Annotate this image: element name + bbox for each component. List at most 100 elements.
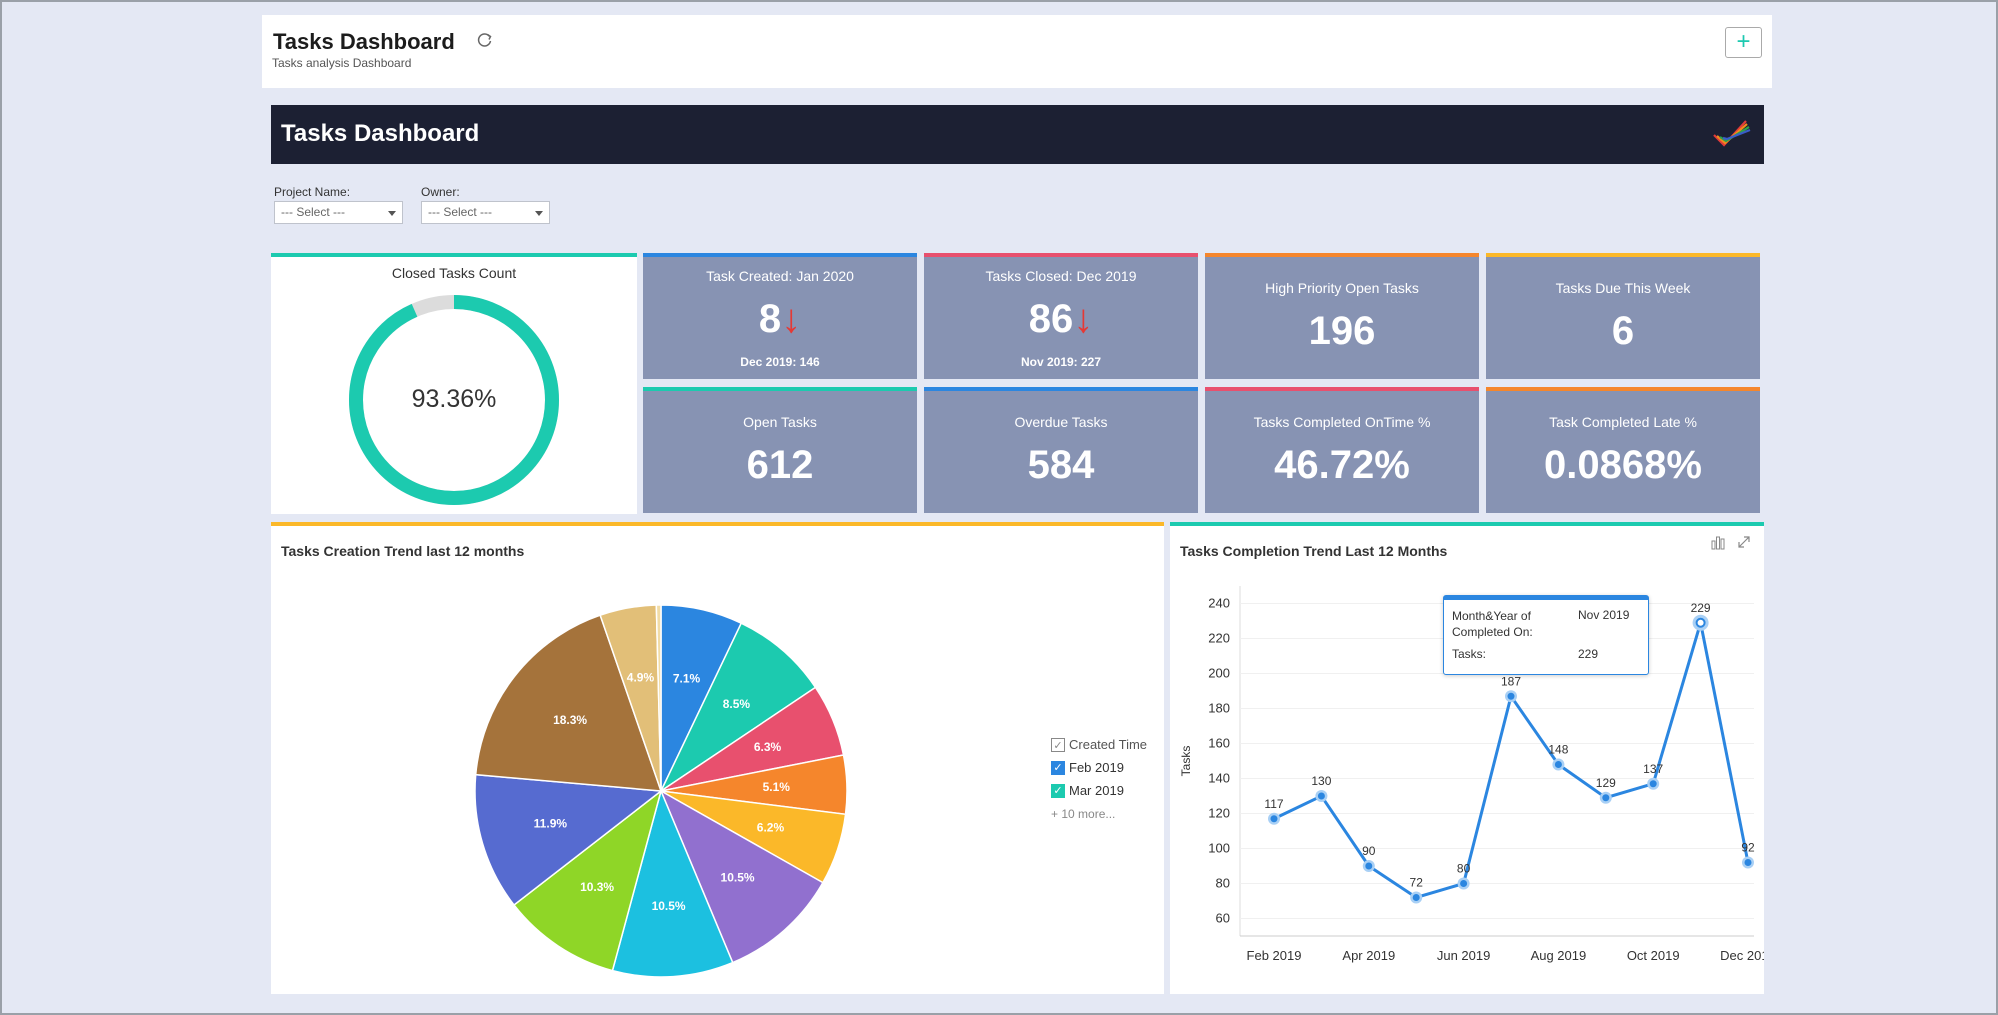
data-point[interactable] <box>1270 815 1278 823</box>
checkbox-icon: ✓ <box>1051 783 1065 798</box>
legend-item-feb-2019[interactable]: ✓ Feb 2019 <box>1051 760 1124 775</box>
data-point[interactable] <box>1695 617 1706 628</box>
data-point[interactable] <box>1460 880 1468 887</box>
data-label: 92 <box>1741 841 1755 855</box>
data-point[interactable] <box>1412 894 1420 901</box>
pie-data-label: 10.5% <box>721 870 755 884</box>
kpi-card[interactable]: Tasks Completed OnTime % 46.72% <box>1205 387 1479 513</box>
project-name-value: --- Select --- <box>281 205 345 219</box>
checkbox-icon: ✓ <box>1051 737 1065 752</box>
kpi-number: 6 <box>1611 309 1635 353</box>
tasks-completion-trend-panel: Tasks Completion Trend Last 12 Months 60… <box>1170 522 1764 994</box>
pie-data-label: 6.2% <box>757 820 785 834</box>
kpi-card[interactable]: Task Completed Late % 0.0868% <box>1486 387 1760 513</box>
owner-value: --- Select --- <box>428 205 492 219</box>
data-label: 137 <box>1643 762 1663 776</box>
legend-header-label: Created Time <box>1069 737 1148 752</box>
legend-more-link[interactable]: + 10 more... <box>1051 807 1115 821</box>
x-tick-label: Jun 2019 <box>1437 948 1491 963</box>
pie-data-label: 7.1% <box>673 672 701 686</box>
pie-chart: 7.1% 8.5% 6.3% 5.1% 6.2% 10.5% 10.5% 10.3% 11.9%… <box>474 604 848 978</box>
trend-down-arrow-icon: ↓ <box>781 297 802 341</box>
owner-select[interactable]: --- Select --- <box>421 201 550 224</box>
kpi-value: 46.72% <box>1205 443 1479 488</box>
kpi-card[interactable]: Tasks Due This Week 6 <box>1486 253 1760 379</box>
pie-data-label: 5.1% <box>763 780 791 794</box>
page-title: Tasks Dashboard <box>273 29 455 54</box>
kpi-number: 0.0868% <box>1544 443 1702 487</box>
tasks-creation-trend-panel: Tasks Creation Trend last 12 months 7.1%… <box>271 522 1164 994</box>
kpi-card[interactable]: Task Created: Jan 2020 8↓ Dec 2019: 146 <box>643 253 917 379</box>
legend-label: Feb 2019 <box>1069 760 1124 775</box>
kpi-value: 6 <box>1486 309 1760 354</box>
kpi-number: 584 <box>1027 443 1095 487</box>
checkmark-logo-icon <box>1713 120 1751 147</box>
kpi-title: Tasks Completed OnTime % <box>1253 414 1431 430</box>
y-tick-label: 160 <box>1208 736 1230 751</box>
tooltip-key-tasks: Tasks: <box>1452 647 1487 661</box>
data-label: 80 <box>1457 862 1471 876</box>
closed-tasks-card[interactable]: Closed Tasks Count 93.36% <box>271 253 637 514</box>
kpi-value: 584 <box>924 443 1198 488</box>
y-tick-label: 180 <box>1208 701 1230 716</box>
kpi-title: Task Completed Late % <box>1549 414 1697 430</box>
banner-title: Tasks Dashboard <box>281 120 480 147</box>
bar-chart-icon[interactable] <box>1710 534 1726 550</box>
y-tick-label: 80 <box>1216 876 1230 891</box>
y-tick-label: 220 <box>1208 631 1230 646</box>
data-label: 90 <box>1362 844 1376 858</box>
kpi-number: 8 <box>758 297 782 341</box>
kpi-comparison: Dec 2019: 146 <box>740 355 820 369</box>
legend-item-mar-2019[interactable]: ✓ Mar 2019 <box>1051 783 1124 798</box>
kpi-number: 196 <box>1308 309 1376 353</box>
y-tick-label: 60 <box>1216 911 1230 926</box>
trend-down-arrow-icon: ↓ <box>1073 297 1094 341</box>
data-point[interactable] <box>1507 692 1515 700</box>
data-point[interactable] <box>1365 862 1373 870</box>
dashboard-header: Tasks Dashboard Tasks analysis Dashboard… <box>262 15 1772 88</box>
y-tick-label: 100 <box>1208 841 1230 856</box>
donut-value: 93.36% <box>411 385 497 413</box>
data-point[interactable] <box>1317 792 1325 800</box>
kpi-value: 86↓ <box>924 297 1198 342</box>
data-point[interactable] <box>1649 780 1657 788</box>
pie-data-label: 11.9% <box>534 817 568 831</box>
checkbox-icon: ✓ <box>1051 760 1065 775</box>
kpi-value: 8↓ <box>643 297 917 342</box>
page-subtitle: Tasks analysis Dashboard <box>272 56 412 70</box>
data-label: 130 <box>1311 774 1331 788</box>
kpi-number: 86 <box>1028 297 1074 341</box>
expand-icon[interactable] <box>1736 534 1752 550</box>
y-axis-title: Tasks <box>1179 746 1193 777</box>
kpi-title: Task Created: Jan 2020 <box>706 268 854 284</box>
x-tick-label: Oct 2019 <box>1627 948 1680 963</box>
x-tick-label: Aug 2019 <box>1531 948 1587 963</box>
x-tick-label: Apr 2019 <box>1342 948 1395 963</box>
kpi-comparison: Nov 2019: 227 <box>1020 355 1102 369</box>
pie-data-label: 8.5% <box>723 697 751 711</box>
panel-title: Tasks Completion Trend Last 12 Months <box>1180 543 1448 559</box>
pie-data-label: 10.5% <box>652 899 686 913</box>
x-tick-label: Feb 2019 <box>1247 948 1302 963</box>
data-point[interactable] <box>1602 794 1610 802</box>
y-tick-label: 120 <box>1208 806 1230 821</box>
data-point[interactable] <box>1554 761 1562 768</box>
project-name-select[interactable]: --- Select --- <box>274 201 403 224</box>
tooltip-value-tasks: 229 <box>1578 647 1599 661</box>
kpi-card[interactable]: Open Tasks 612 <box>643 387 917 513</box>
refresh-icon[interactable] <box>476 31 494 49</box>
kpi-card[interactable]: Overdue Tasks 584 <box>924 387 1198 513</box>
filter-label-owner: Owner: <box>421 185 460 199</box>
dashboard-banner: Tasks Dashboard <box>271 105 1764 164</box>
y-tick-label: 140 <box>1208 771 1230 786</box>
legend-header[interactable]: ✓ Created Time <box>1051 737 1147 752</box>
add-widget-button[interactable]: + <box>1725 27 1762 58</box>
kpi-value: 612 <box>643 443 917 488</box>
chevron-down-icon <box>388 211 396 216</box>
pie-data-label: 4.9% <box>627 671 655 685</box>
kpi-card[interactable]: Tasks Closed: Dec 2019 86↓ Nov 2019: 227 <box>924 253 1198 379</box>
kpi-card[interactable]: High Priority Open Tasks 196 <box>1205 253 1479 379</box>
data-point[interactable] <box>1744 859 1752 866</box>
kpi-title: High Priority Open Tasks <box>1265 280 1419 296</box>
kpi-title: Tasks Closed: Dec 2019 <box>985 268 1137 284</box>
